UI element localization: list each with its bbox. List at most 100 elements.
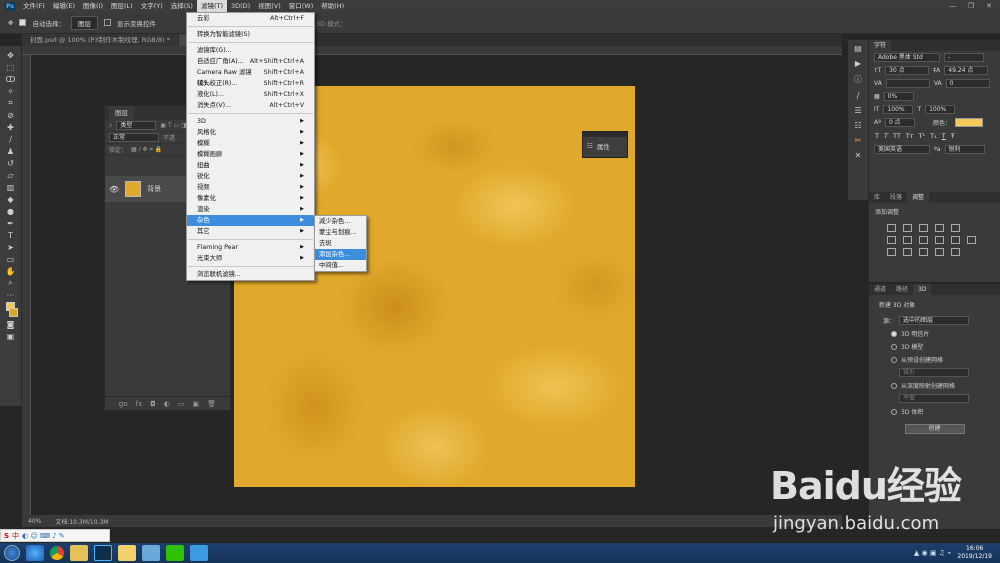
filter-menu-item[interactable]: Flaming Pear ▶	[187, 242, 314, 253]
move-tool-icon[interactable]: ✥	[8, 19, 13, 27]
auto-select-checkbox[interactable]	[19, 19, 27, 26]
menu-3d[interactable]: 3D(D)	[227, 0, 254, 12]
ime-icons[interactable]: ◐ ☺ ⌨ ♪ ✎	[22, 532, 65, 540]
eyedropper-tool-icon[interactable]: ⊘	[4, 110, 18, 120]
noise-menu-item[interactable]: 添加杂色...	[315, 249, 366, 260]
faux-bold-button[interactable]: T	[875, 132, 879, 140]
crop-tool-icon[interactable]: ⌗	[4, 98, 18, 108]
filter-menu-item[interactable]: 像素化 ▶	[187, 193, 314, 204]
filter-menu-item[interactable]: 渲染 ▶	[187, 204, 314, 215]
filter-menu-item[interactable]: 液化(L)... Shift+Ctrl+X	[187, 89, 314, 100]
tools-preset-icon[interactable]: ✂	[855, 136, 862, 145]
fx-icon[interactable]: fx	[136, 400, 143, 408]
filter-menu-item[interactable]: 模糊 ▶	[187, 138, 314, 149]
blur-tool-icon[interactable]: ◆	[4, 194, 18, 204]
color-balance-icon[interactable]	[887, 236, 896, 244]
new-layer-icon[interactable]: ▣	[193, 400, 200, 408]
radio-volume[interactable]	[891, 408, 897, 415]
filter-icons[interactable]: ▣ T ▭ ◨	[160, 122, 186, 129]
pen-tool-icon[interactable]: ✒	[4, 218, 18, 228]
tab-channels[interactable]: 通道	[869, 284, 891, 295]
dodge-tool-icon[interactable]: ●	[4, 206, 18, 216]
play-icon[interactable]: ▶	[855, 59, 861, 68]
marquee-tool-icon[interactable]: ⬚	[4, 62, 18, 72]
menu-layer[interactable]: 图层(L)	[107, 0, 137, 12]
layer-kind-dropdown[interactable]: 类型	[116, 121, 157, 130]
photo-filter-icon[interactable]	[919, 236, 928, 244]
source-dropdown[interactable]: 选中的图层	[899, 316, 970, 325]
radio-mesh-preset[interactable]	[891, 356, 897, 363]
tracking-field[interactable]: 0	[945, 79, 990, 88]
noise-menu-item[interactable]: 中间值...	[315, 260, 366, 271]
language-dropdown[interactable]: 美国英语	[874, 145, 930, 154]
restore-icon[interactable]: ❐	[968, 2, 974, 10]
zoom-level[interactable]: 40%	[28, 518, 41, 525]
tab-libraries[interactable]: 库	[869, 192, 885, 203]
radio-postcard[interactable]	[891, 330, 897, 337]
explorer-icon[interactable]	[70, 545, 88, 561]
option-volume[interactable]: 3D 体积	[869, 405, 1000, 418]
posterize-icon[interactable]	[887, 248, 896, 256]
ime-mode[interactable]: 中	[12, 531, 19, 541]
color-lookup-icon[interactable]	[951, 236, 960, 244]
leading-field[interactable]: 49.24 点	[944, 66, 989, 75]
folder-icon[interactable]	[118, 545, 136, 561]
auto-select-dropdown[interactable]: 图层	[70, 15, 98, 30]
tab-paragraph[interactable]: 段落	[885, 192, 907, 203]
strikethrough-button[interactable]: Ŧ	[951, 132, 955, 140]
start-button[interactable]	[4, 545, 20, 561]
filter-menu-item[interactable]: 视频 ▶	[187, 182, 314, 193]
filter-menu-item[interactable]: 扭曲 ▶	[187, 160, 314, 171]
menu-help[interactable]: 帮助(H)	[317, 0, 348, 12]
healing-brush-icon[interactable]: ✚	[4, 122, 18, 132]
selective-color-icon[interactable]	[935, 248, 944, 256]
baseline-field[interactable]: 0 点	[884, 118, 915, 127]
option-depth-map[interactable]: 从深度映射创建网格	[869, 379, 1000, 392]
filter-menu-item[interactable]: 滤镜库(G)...	[187, 45, 314, 56]
filter-menu-item[interactable]: 其它 ▶	[187, 226, 314, 237]
tray-icons[interactable]: ▲ ◉ ▣ ♫ ⌁	[914, 549, 952, 557]
hscale-field-b[interactable]: 100%	[925, 105, 956, 114]
menu-select[interactable]: 选择(S)	[167, 0, 197, 12]
small-caps-button[interactable]: Tт	[906, 132, 914, 140]
new-group-icon[interactable]: ▭	[178, 400, 185, 408]
vibrance-icon[interactable]	[951, 224, 960, 232]
bw-icon[interactable]	[903, 236, 912, 244]
faux-italic-button[interactable]: T	[884, 132, 888, 140]
shape-tool-icon[interactable]: ▭	[4, 254, 18, 264]
kerning-field[interactable]	[885, 79, 930, 88]
app-icon[interactable]	[142, 545, 160, 561]
layers-tab[interactable]: 图层	[109, 106, 134, 120]
info-icon[interactable]: ⓘ	[854, 74, 862, 85]
quick-mask-icon[interactable]: ◙	[4, 319, 18, 329]
menu-edit[interactable]: 编辑(E)	[49, 0, 79, 12]
option-mesh-preset[interactable]: 从预设创建网格	[869, 353, 1000, 366]
history-brush-icon[interactable]: ↺	[4, 158, 18, 168]
filter-menu-item[interactable]: 自适应广角(A)... Alt+Shift+Ctrl+A	[187, 56, 314, 67]
zoom-tool-icon[interactable]: ⌕	[4, 278, 18, 288]
font-family-dropdown[interactable]: Adobe 黑体 Std	[874, 53, 940, 62]
subscript-button[interactable]: T₁	[930, 132, 937, 140]
brush-tool-icon[interactable]: ∕	[4, 134, 18, 144]
filter-menu-item[interactable]: 模糊画廊 ▶	[187, 149, 314, 160]
menu-type[interactable]: 文字(Y)	[137, 0, 167, 12]
threshold-icon[interactable]	[903, 248, 912, 256]
filter-menu-item[interactable]: 浏览联机滤镜...	[187, 269, 314, 280]
filter-menu-item[interactable]: Camera Raw 滤镜(C)... Shift+Ctrl+A	[187, 67, 314, 87]
create-3d-button[interactable]: 创建	[904, 424, 965, 434]
noise-menu-item[interactable]: 减少杂色...	[315, 216, 366, 227]
tab-adjustments[interactable]: 调整	[907, 192, 930, 203]
trash-icon[interactable]: 🗑	[207, 400, 216, 408]
move-tool-icon[interactable]: ✥	[4, 50, 18, 60]
stamp-tool-icon[interactable]: ♟	[4, 146, 18, 156]
noise-menu-item[interactable]: 蒙尘与划痕...	[315, 227, 366, 238]
screen-mode-icon[interactable]: ▣	[4, 331, 18, 341]
chrome-icon[interactable]	[50, 546, 64, 560]
properties-mini-panel[interactable]: ☷ 属性	[582, 131, 628, 158]
radio-model[interactable]	[891, 343, 897, 350]
eraser-tool-icon[interactable]: ▱	[4, 170, 18, 180]
doc-tab[interactable]: 封面.psd @ 100% (P3制作木制纹理, RGB/8) *	[22, 34, 178, 46]
filter-menu-item[interactable]: 转换为智能滤镜(S)	[187, 29, 314, 40]
magic-wand-tool-icon[interactable]: ✧	[4, 86, 18, 96]
filter-menu-item[interactable]: 风格化 ▶	[187, 127, 314, 138]
